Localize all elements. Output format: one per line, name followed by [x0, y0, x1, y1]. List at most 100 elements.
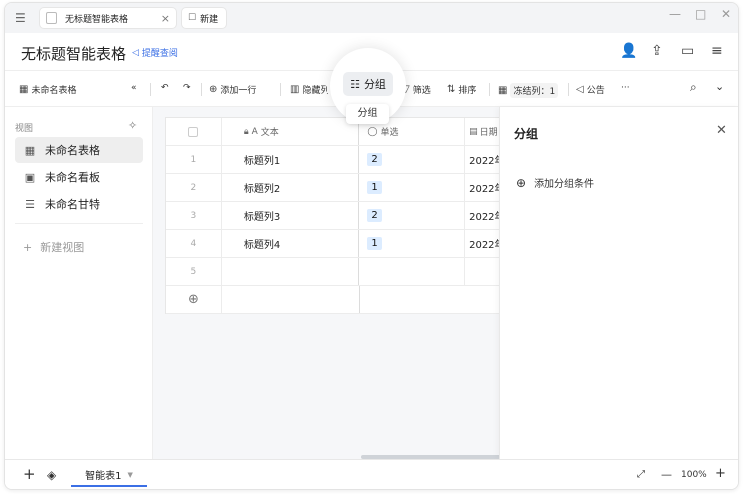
menu-icon[interactable]: ≡: [711, 43, 723, 59]
redo-button[interactable]: ↷: [183, 83, 191, 93]
group-button[interactable]: ☷ 分组: [343, 72, 393, 96]
sidebar-item-label: 未命名看板: [45, 171, 100, 184]
select-cell[interactable]: 2: [359, 202, 466, 229]
date-cell[interactable]: [465, 258, 499, 285]
kanban-icon: ▣: [24, 170, 36, 184]
sidebar-title: 视图: [15, 124, 34, 134]
remind-button[interactable]: ◁ 提醒查阅: [132, 46, 178, 60]
column-header-text[interactable]: 🔒︎ A 文本: [222, 118, 360, 145]
freeze-icon: ▦: [498, 85, 508, 96]
app-menu-icon[interactable]: ☰: [15, 11, 26, 25]
table-row[interactable]: 3 标题列3 2 2022年: [166, 202, 499, 230]
divider: [568, 83, 569, 96]
cell-value: 标题列1: [243, 156, 281, 167]
gantt-icon: ☰: [25, 197, 35, 211]
group-tooltip: 分组: [346, 104, 389, 124]
text-type-icon: A: [251, 126, 258, 137]
select-tag: 1: [367, 237, 382, 250]
undo-button[interactable]: ↶: [161, 83, 169, 93]
layers-icon[interactable]: ◈: [47, 468, 56, 482]
checkbox[interactable]: [188, 126, 199, 137]
text-cell[interactable]: 标题列2: [222, 174, 360, 201]
megaphone-icon: ◁: [132, 47, 139, 58]
table-selector[interactable]: ▦ 未命名表格: [19, 83, 76, 96]
zoom-in-button[interactable]: +: [715, 466, 726, 481]
new-view-button[interactable]: + 新建视图: [23, 239, 84, 255]
notice-button[interactable]: ◁ 公告: [576, 83, 605, 96]
column-header-label: 单选: [380, 128, 399, 138]
sheet-tab[interactable]: 智能表1 ▼: [71, 464, 147, 487]
close-window-button[interactable]: ✕: [721, 7, 731, 21]
add-row-button[interactable]: ⊕ 添加一行: [209, 83, 256, 96]
minimize-button[interactable]: —: [669, 7, 681, 21]
remind-label: 提醒查阅: [141, 49, 178, 59]
freeze-columns-button[interactable]: ▦ 冻结列：1: [498, 83, 559, 98]
tab-title: 无标题智能表格: [65, 14, 129, 25]
add-row[interactable]: ⊕: [166, 286, 499, 314]
column-header-date[interactable]: ▤ 日期: [465, 118, 499, 145]
collapse-sidebar-button[interactable]: «: [131, 83, 137, 93]
new-view-label: 新建视图: [40, 241, 85, 254]
notice-label: 公告: [586, 86, 605, 96]
close-icon[interactable]: ✕: [716, 123, 727, 138]
table-row[interactable]: 5: [166, 258, 499, 286]
sidebar-item-kanban-view[interactable]: ▣ 未命名看板: [15, 164, 143, 190]
table-name: 未命名表格: [31, 86, 77, 96]
select-all-cell[interactable]: [166, 118, 222, 145]
search-icon[interactable]: ⌕: [690, 80, 697, 95]
page-title[interactable]: 无标题智能表格: [21, 43, 126, 64]
row-number: 4: [166, 230, 222, 257]
add-row-icon[interactable]: ⊕: [166, 286, 222, 313]
fullscreen-icon[interactable]: ⤢: [637, 469, 645, 480]
sort-icon: ⇅: [447, 84, 456, 95]
group-label: 分组: [363, 78, 386, 91]
comment-icon[interactable]: ▭: [681, 43, 694, 59]
select-cell[interactable]: 1: [359, 174, 466, 201]
maximize-button[interactable]: □: [695, 7, 706, 21]
tab-new[interactable]: ☐ 新建: [181, 7, 227, 29]
add-group-condition-button[interactable]: ⊕ 添加分组条件: [516, 175, 594, 191]
tab-document[interactable]: 无标题智能表格 ×: [39, 7, 177, 29]
sidebar-divider: [15, 223, 143, 224]
text-cell[interactable]: [222, 258, 360, 285]
date-cell[interactable]: 2022年: [465, 230, 499, 257]
table-row[interactable]: 1 标题列1 2 2022年: [166, 146, 499, 174]
sidebar-item-grid-view[interactable]: ▦ 未命名表格: [15, 137, 143, 163]
table-row[interactable]: 2 标题列2 1 2022年: [166, 174, 499, 202]
sidebar-item-gantt-view[interactable]: ☰ 未命名甘特: [15, 191, 143, 217]
cell-value: 标题列3: [243, 212, 281, 223]
chevron-down-icon[interactable]: ▼: [127, 471, 132, 479]
zoom-level: 100%: [681, 470, 707, 480]
hide-columns-button[interactable]: ▥ 隐藏列: [290, 83, 328, 96]
group-icon: ☷: [350, 77, 360, 91]
select-cell[interactable]: 1: [359, 230, 466, 257]
sort-label: 排序: [458, 86, 477, 96]
select-cell[interactable]: 2: [359, 146, 466, 173]
app-window: ☰ 无标题智能表格 × ☐ 新建 — □ ✕ 无标题智能表格 ◁ 提醒查阅 👤 …: [4, 2, 739, 490]
chevron-down-icon[interactable]: ⌄: [715, 80, 724, 93]
table-row[interactable]: 4 标题列4 1 2022年: [166, 230, 499, 258]
new-doc-icon: ☐: [188, 13, 197, 23]
tab-close-icon[interactable]: ×: [161, 12, 170, 25]
date-cell[interactable]: 2022年: [465, 146, 499, 173]
add-row-label: 添加一行: [220, 86, 257, 96]
grid-area: 🔒︎ A 文本 ◯ 单选 ▤ 日期 1 标题列1 2 2022年: [153, 107, 499, 459]
filter-button[interactable]: ▽ 筛选: [402, 83, 431, 96]
sidebar-item-label: 未命名表格: [45, 144, 100, 157]
share-icon[interactable]: ⇪: [651, 43, 663, 59]
zoom-out-button[interactable]: —: [661, 468, 672, 481]
date-cell[interactable]: 2022年: [465, 174, 499, 201]
more-button[interactable]: ···: [621, 83, 630, 93]
panel-title: 分组: [514, 127, 539, 141]
add-sheet-button[interactable]: +: [23, 465, 36, 483]
date-cell[interactable]: 2022年: [465, 202, 499, 229]
sheet-tab-label: 智能表1: [85, 471, 122, 482]
pin-icon[interactable]: ✧: [128, 119, 137, 132]
text-cell[interactable]: 标题列1: [222, 146, 360, 173]
view-sidebar: 视图 ✧ ▦ 未命名表格 ▣ 未命名看板 ☰ 未命名甘特 + 新建视图: [5, 107, 153, 459]
text-cell[interactable]: 标题列3: [222, 202, 360, 229]
select-cell[interactable]: [359, 258, 466, 285]
sort-button[interactable]: ⇅ 排序: [447, 83, 476, 96]
add-user-icon[interactable]: 👤: [620, 43, 637, 59]
text-cell[interactable]: 标题列4: [222, 230, 360, 257]
